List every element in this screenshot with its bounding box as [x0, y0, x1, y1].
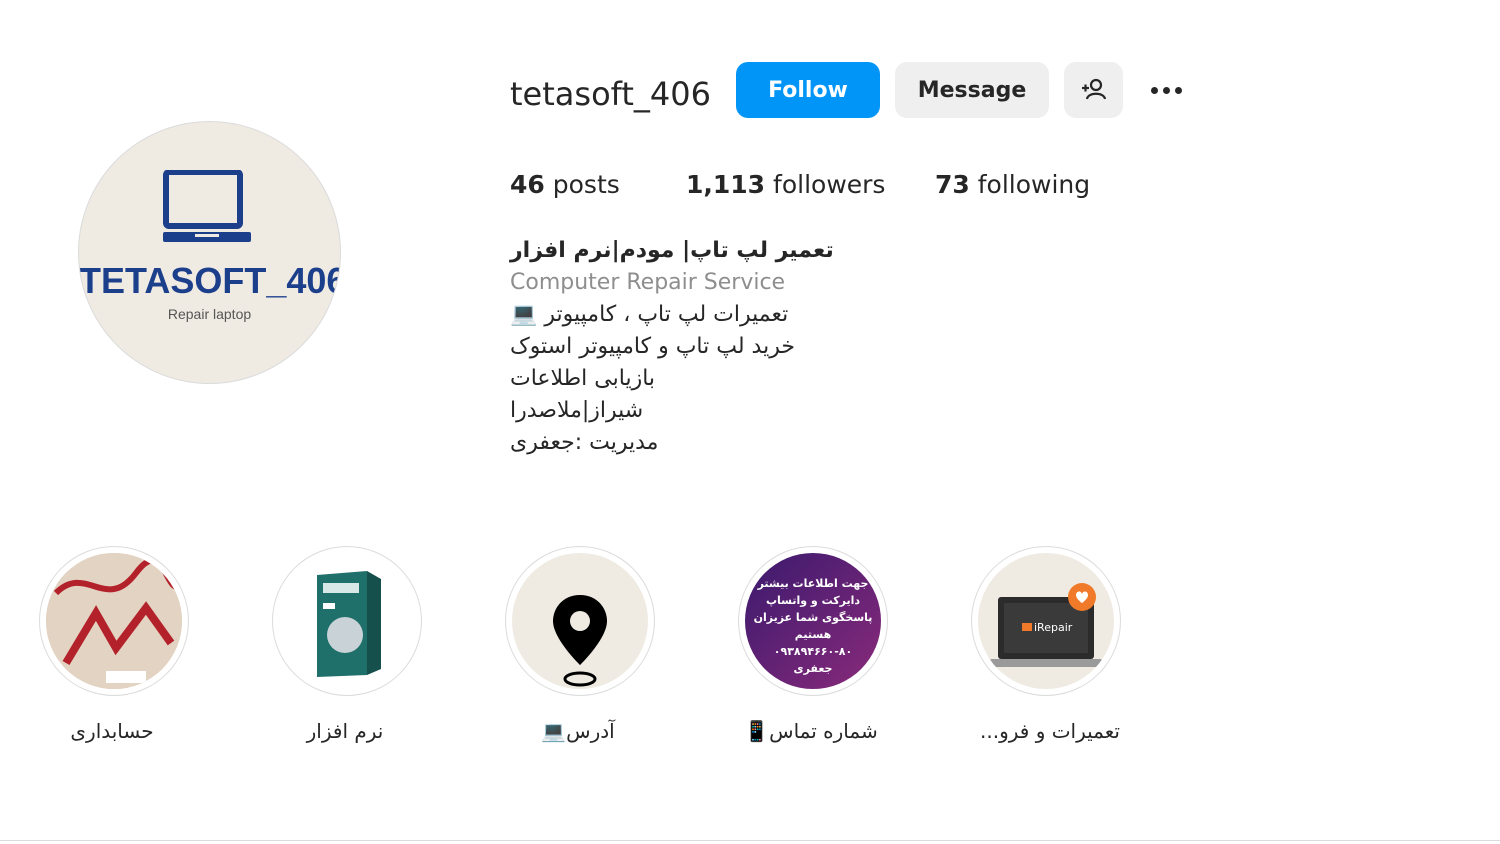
contact-thumb-text: جهت اطلاعات بیشتر دایرکت و واتساپ پاسخگو… — [745, 575, 881, 677]
highlight-label-repairs: تعمیرات و فرو... — [980, 719, 1120, 743]
following-label: following — [977, 170, 1091, 199]
contact-thumb-line: جعفری — [793, 662, 833, 675]
contact-thumb-line: پاسخگوی شما عزیزان — [753, 611, 873, 624]
bio-line: شیراز|ملاصدرا — [510, 398, 644, 423]
profile-username: tetasoft_406 — [510, 75, 711, 113]
contact-thumb-line: جهت اطلاعات بیشتر — [757, 577, 869, 590]
avatar-logo-text: TETASOFT_406 — [79, 260, 341, 301]
contact-thumb-line: دایرکت و واتساپ — [765, 594, 861, 607]
highlight-repairs[interactable]: iRepair — [971, 546, 1121, 696]
highlight-label-accounting: حسابداری — [70, 719, 154, 743]
bio-name: تعمیر لپ تاپ| مودم|نرم افزار — [510, 238, 834, 263]
followers-count[interactable]: 1,113 followers — [686, 168, 885, 202]
highlight-accounting[interactable] — [39, 546, 189, 696]
followers-number: 1,113 — [686, 170, 766, 199]
profile-avatar[interactable]: TETASOFT_406 Repair laptop — [78, 121, 341, 384]
irepair-laptop-thumbnail: iRepair — [978, 553, 1114, 689]
posts-number: 46 — [510, 170, 545, 199]
following-count[interactable]: 73 following — [935, 168, 1090, 202]
software-box-thumbnail — [279, 553, 415, 689]
message-button[interactable]: Message — [895, 62, 1049, 118]
follow-button[interactable]: Follow — [736, 62, 880, 118]
bio-line: مدیریت :جعفری — [510, 430, 659, 455]
contact-thumb-line: ۰۹۳۸۹۴۶۶۰-۸۰ — [773, 645, 853, 658]
software-box-artwork — [279, 553, 415, 689]
following-number: 73 — [935, 170, 970, 199]
contact-info-thumbnail: جهت اطلاعات بیشتر دایرکت و واتساپ پاسخگو… — [745, 553, 881, 689]
section-divider — [0, 840, 1500, 841]
suggest-user-button[interactable] — [1064, 62, 1123, 118]
followers-label: followers — [773, 170, 886, 199]
bio-line: بازیابی اطلاعات — [510, 366, 656, 391]
highlight-label-address: آدرس💻 — [541, 719, 615, 743]
person-add-icon — [1081, 78, 1106, 100]
highlight-label-contact: شماره تماس📱 — [744, 719, 878, 743]
highlight-software[interactable] — [272, 546, 422, 696]
posts-count: 46 posts — [510, 168, 620, 202]
highlight-address[interactable] — [505, 546, 655, 696]
more-options-button[interactable] — [1138, 62, 1194, 118]
highlight-contact[interactable]: جهت اطلاعات بیشتر دایرکت و واتساپ پاسخگو… — [738, 546, 888, 696]
address-thumbnail — [512, 553, 648, 689]
bio-category: Computer Repair Service — [510, 270, 786, 295]
more-options-icon — [1150, 86, 1182, 94]
accounting-artwork — [46, 553, 182, 689]
bio-line: خرید لپ تاپ و کامپیوتر استوک — [510, 334, 795, 359]
contact-thumb-line: هستیم — [794, 628, 832, 641]
irepair-text: iRepair — [1034, 621, 1073, 634]
location-pin-icon — [553, 595, 607, 687]
accounting-thumbnail — [46, 553, 182, 689]
highlight-label-software: نرم افزار — [306, 719, 384, 743]
irepair-laptop-artwork: iRepair — [990, 583, 1102, 667]
bio-line: تعمیرات لپ تاپ ، کامپیوتر 💻 — [510, 302, 789, 327]
laptop-icon — [163, 170, 251, 242]
posts-label: posts — [552, 170, 620, 199]
avatar-logo-subtext: Repair laptop — [167, 306, 252, 322]
